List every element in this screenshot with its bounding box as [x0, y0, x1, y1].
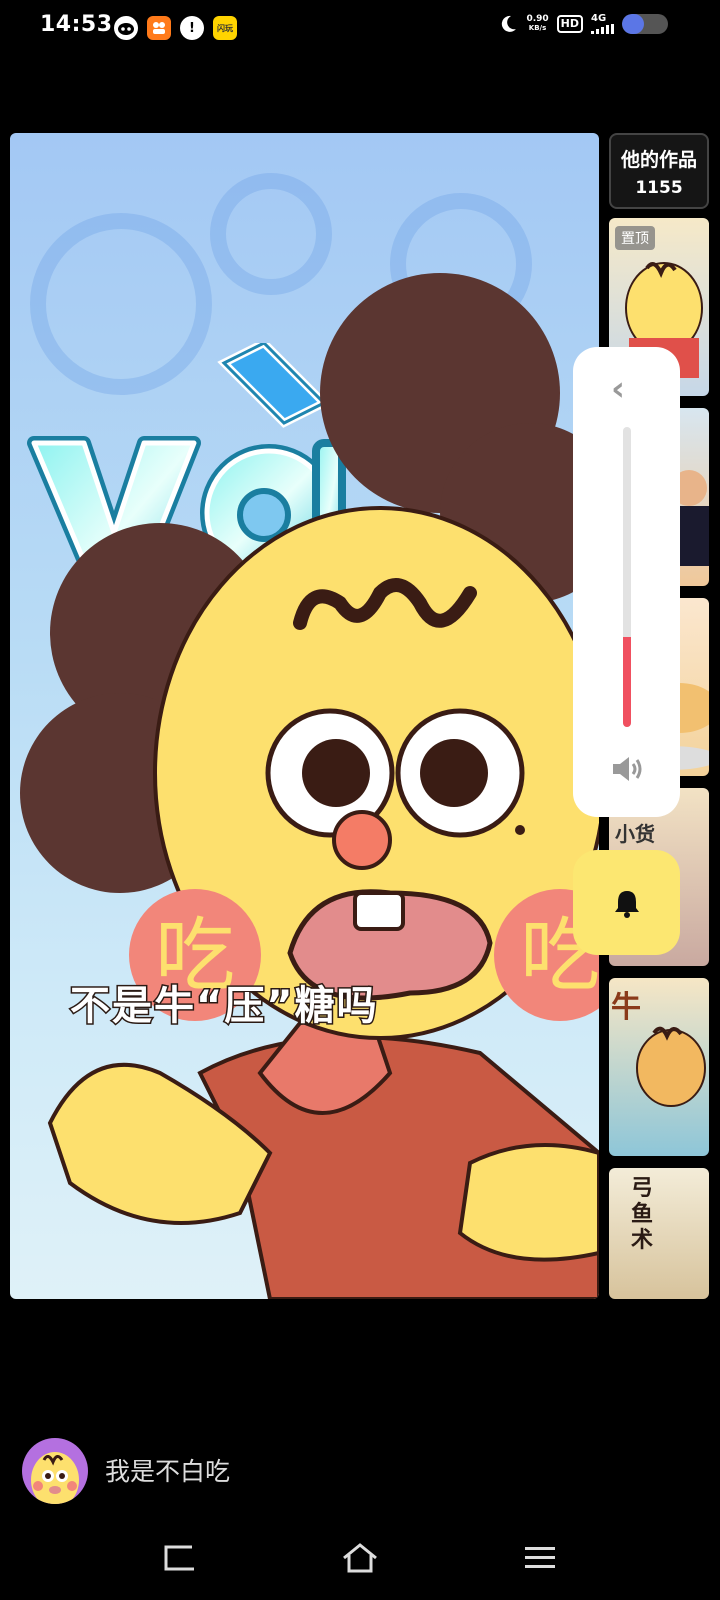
bell-icon — [614, 890, 639, 918]
volume-slider[interactable] — [623, 427, 631, 727]
volume-panel: ‹ — [573, 347, 680, 817]
menu-icon — [525, 1547, 555, 1568]
chevron-left-icon[interactable]: ‹ — [611, 369, 625, 409]
avatar[interactable] — [22, 1438, 88, 1504]
ringer-button[interactable] — [573, 850, 680, 955]
speaker-icon[interactable] — [611, 755, 645, 783]
alert-icon: ! — [180, 16, 204, 40]
video-player[interactable]: 吃 吃 不是牛“压”糖吗 — [10, 133, 599, 1299]
thumbnail-text: 牛 — [611, 990, 641, 1025]
app-icon — [147, 16, 171, 40]
back-icon — [164, 1545, 194, 1571]
hd-badge: HD — [556, 15, 583, 33]
notification-icons: ! 闪玩 — [114, 16, 237, 40]
cat-icon — [114, 16, 138, 40]
system-icons: 0.90 KB/s HD 4G — [498, 14, 668, 34]
thumbnail-text: 小货 — [615, 822, 655, 846]
pinned-badge: 置顶 — [615, 226, 655, 250]
battery-icon — [622, 14, 668, 34]
moon-icon — [502, 15, 517, 32]
signal-icon: 4G — [591, 14, 614, 34]
cartoon-character: 吃 吃 — [20, 273, 599, 1299]
back-button[interactable] — [150, 1536, 210, 1580]
avatar-image — [31, 1452, 79, 1504]
clock: 14:53 — [40, 12, 113, 37]
thumbnail-text: 弓鱼术 — [631, 1176, 654, 1253]
author-name[interactable]: 我是不白吃 — [105, 1452, 230, 1488]
home-icon — [343, 1543, 377, 1573]
volume-slider-fill — [623, 637, 631, 727]
flash-icon: 闪玩 — [213, 16, 237, 40]
home-button[interactable] — [330, 1536, 390, 1580]
video-thumbnail[interactable]: 牛 — [609, 978, 709, 1156]
video-thumbnail[interactable]: 弓鱼术 — [609, 1168, 709, 1299]
status-bar: 14:53 ! 闪玩 0.90 KB/s HD 4G — [0, 0, 720, 56]
network-speed: 0.90 KB/s — [526, 14, 549, 33]
works-button[interactable]: 他的作品 1155 — [609, 133, 709, 209]
recents-button[interactable] — [510, 1536, 570, 1580]
video-subtitle: 不是牛“压”糖吗 — [69, 982, 379, 1031]
works-count: 1155 — [635, 178, 683, 198]
works-title: 他的作品 — [620, 149, 697, 171]
